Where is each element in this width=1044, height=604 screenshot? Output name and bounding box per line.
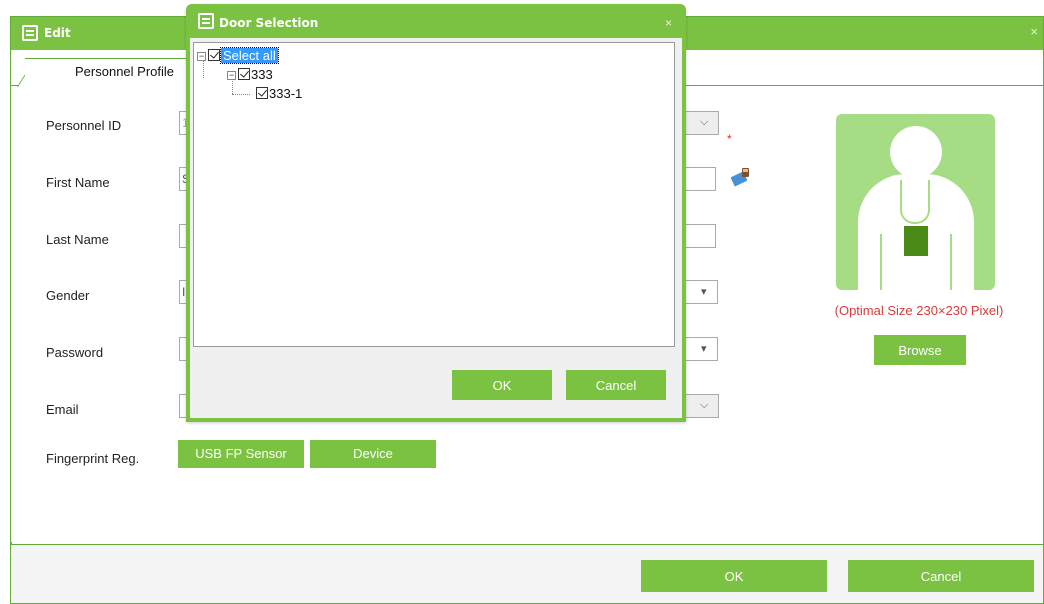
close-icon[interactable]: × [1030, 24, 1038, 39]
fingerprint-label: Fingerprint Reg. [46, 451, 140, 466]
ok-button[interactable]: OK [641, 560, 827, 592]
checkbox-checked-icon[interactable] [256, 87, 268, 99]
device-button[interactable]: Device [310, 440, 436, 468]
browse-button[interactable]: Browse [874, 335, 966, 365]
tree-node-333-1[interactable]: 333-1 [256, 86, 302, 101]
chevron-down-icon: ⌵ [700, 116, 709, 128]
personnel-id-label: Personnel ID [46, 118, 122, 133]
door-tree: − Select all − 333 333-1 [193, 42, 675, 347]
door-selection-icon [198, 13, 214, 29]
dialog-footer: OK Cancel [11, 545, 1043, 603]
required-marker: * [727, 132, 732, 146]
password-field-tail[interactable]: ▾ [686, 337, 718, 361]
tree-node-333-1-label[interactable]: 333-1 [269, 86, 302, 101]
caret-down-icon: ▾ [701, 343, 707, 355]
edit-window-icon [22, 25, 38, 41]
checkbox-checked-icon[interactable] [238, 68, 250, 80]
door-selection-dialog: Door Selection × − Select all − 333 333-1 … [186, 4, 686, 422]
last-name-label: Last Name [46, 232, 109, 247]
tab-personnel-profile[interactable]: Personnel Profile [25, 58, 187, 86]
first-name-field-tail[interactable] [686, 167, 716, 191]
tree-node-333-label[interactable]: 333 [251, 67, 273, 82]
door-selection-title: Door Selection [219, 16, 319, 30]
tree-connector [232, 94, 250, 95]
tree-node-select-all[interactable]: − Select all [197, 47, 279, 64]
collapse-icon[interactable]: − [227, 71, 236, 80]
avatar-head [890, 126, 942, 178]
door-ok-button[interactable]: OK [452, 370, 552, 400]
cancel-button[interactable]: Cancel [848, 560, 1034, 592]
id-badge-icon [904, 226, 928, 256]
edit-window-title: Edit [44, 26, 71, 40]
avatar-arm-line [880, 234, 882, 290]
email-label: Email [46, 402, 79, 417]
collapse-icon[interactable]: − [197, 52, 206, 61]
checkbox-checked-icon[interactable] [208, 49, 220, 61]
caret-down-icon: ▾ [701, 286, 707, 298]
person-avatar [836, 114, 995, 290]
photo-size-hint: (Optimal Size 230×230 Pixel) [834, 303, 1004, 318]
close-icon[interactable]: × [665, 16, 672, 30]
chevron-down-icon: ⌵ [700, 399, 709, 411]
first-name-label: First Name [46, 175, 110, 190]
gender-select-tail[interactable]: ▾ [686, 280, 718, 304]
usb-fp-sensor-button[interactable]: USB FP Sensor [178, 440, 304, 468]
tree-node-333[interactable]: − 333 [227, 67, 273, 82]
avatar-arm-line [950, 234, 952, 290]
personnel-id-dropdown-tail[interactable]: ⌵ [686, 111, 719, 135]
door-cancel-button[interactable]: Cancel [566, 370, 666, 400]
email-field-tail[interactable]: ⌵ [686, 394, 719, 418]
select-all-label[interactable]: Select all [220, 47, 279, 64]
password-label: Password [46, 345, 104, 360]
door-selection-body: − Select all − 333 333-1 OK Cancel [190, 38, 682, 418]
gender-label: Gender [46, 288, 90, 303]
last-name-field-tail[interactable] [686, 224, 716, 248]
card-reader-icon[interactable] [730, 166, 752, 188]
avatar-lanyard [900, 180, 930, 224]
